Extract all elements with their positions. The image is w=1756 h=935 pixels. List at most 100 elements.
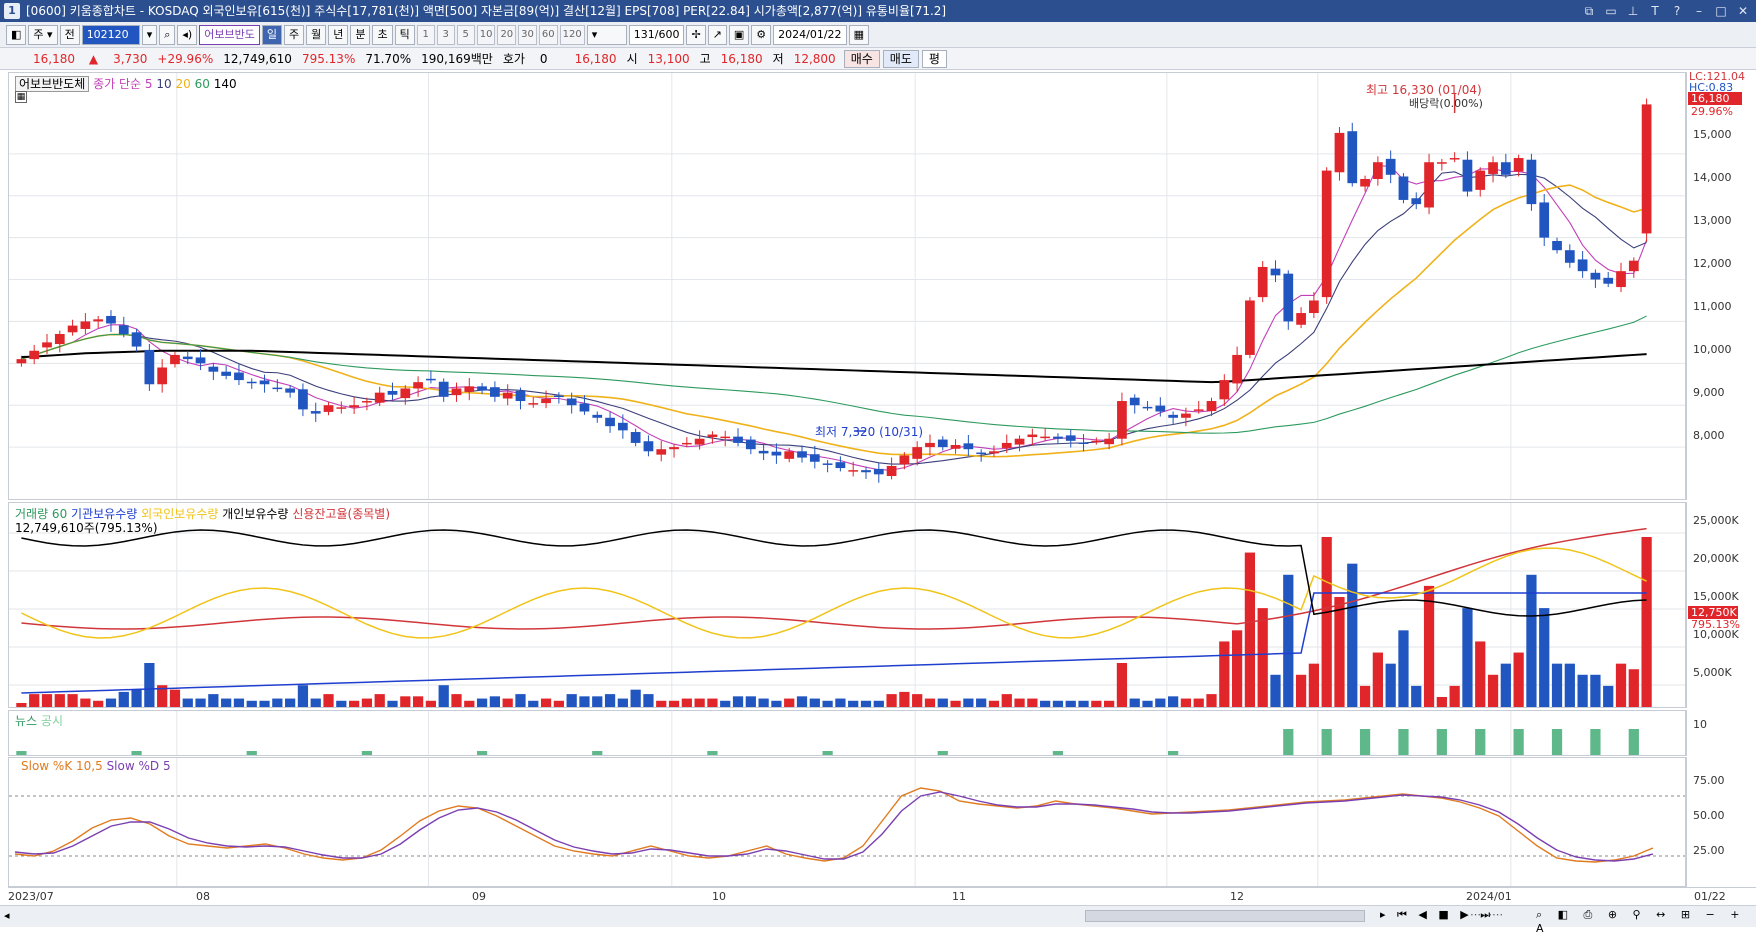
interval-custom-select[interactable]: ▾ <box>586 24 627 45</box>
eval-button[interactable]: 평 <box>921 49 947 68</box>
tab-period-week[interactable]: 주 <box>283 24 305 45</box>
period-select[interactable]: 주 ▾ <box>28 24 58 45</box>
volume-bar <box>1206 694 1217 707</box>
close-icon[interactable]: ✕ <box>1736 0 1750 22</box>
tab-period-minute[interactable]: 분 <box>350 24 371 45</box>
stoch-tick: 75.00 <box>1693 774 1725 787</box>
tab-period-second[interactable]: 초 <box>372 24 393 45</box>
volume-bar <box>1027 698 1038 707</box>
candle-body <box>1462 159 1473 192</box>
interval-120[interactable]: 120 <box>559 24 585 45</box>
tab-period-month[interactable]: 월 <box>306 24 327 45</box>
volume-bar <box>1155 698 1166 707</box>
candle-body <box>1385 158 1396 175</box>
stock-code-input[interactable]: 102120 <box>81 24 140 45</box>
volume-tick: 5,000K <box>1693 666 1732 679</box>
slow-k-label: Slow %K 10,5 <box>21 759 103 773</box>
interval-10[interactable]: 10 <box>476 24 496 45</box>
news-panel[interactable]: 뉴스 공시 <box>8 710 1686 756</box>
candle-body <box>1321 170 1332 298</box>
high-label: 고 <box>699 52 711 66</box>
stochastic-chart-canvas <box>9 758 1685 886</box>
search-icon[interactable]: ⌕ <box>159 24 176 45</box>
legend-credit: 신용잔고율(종목별) <box>292 507 390 521</box>
volume-bar <box>1462 608 1473 707</box>
volume-bar <box>425 700 437 707</box>
interval-30[interactable]: 30 <box>518 24 537 45</box>
minimize-icon[interactable]: – <box>1692 0 1706 22</box>
chart-scrollbar[interactable]: ◂ ▸ ⏮ ◀ ■ ▶ ⏭ ⋯⋯⋯ ⌕ ◧ ⎙ ⊕ ⚲ ↔ ⊞ − + A <box>0 905 1756 935</box>
prev-button[interactable]: 전 <box>59 24 80 45</box>
interval-1[interactable]: 1 <box>416 24 435 45</box>
restore-panel-icon[interactable]: ⧉ <box>1582 0 1596 22</box>
candle-body <box>822 463 833 465</box>
volume-bar <box>1641 537 1652 707</box>
chart-menu-icon[interactable]: ◧ <box>6 24 27 45</box>
volume-bar <box>835 698 846 707</box>
volume-bar <box>323 694 334 707</box>
candle-body <box>1526 159 1537 205</box>
settings-icon[interactable]: ⚙ <box>751 24 772 45</box>
candle-body <box>861 470 871 473</box>
stochastic-panel[interactable]: Slow %K 10,5 Slow %D 5 <box>8 757 1686 887</box>
tab-period-year[interactable]: 년 <box>328 24 349 45</box>
window-title: [0600] 키움종합차트 - KOSDAQ 외국인보유[615(천)] 주식수… <box>26 4 947 18</box>
volume-bar <box>16 703 27 707</box>
crosshair-icon[interactable]: ✢ <box>686 24 706 45</box>
volume-bar <box>1359 685 1371 707</box>
interval-20[interactable]: 20 <box>497 24 517 45</box>
sell-button[interactable]: 매도 <box>882 49 919 68</box>
news-bar <box>1398 729 1409 755</box>
volume-bar <box>1436 697 1447 707</box>
volume-bar <box>1091 700 1102 707</box>
sound-icon[interactable]: ◂) <box>177 24 198 45</box>
volume-bar <box>1142 700 1153 707</box>
volume-bar <box>1308 663 1320 707</box>
draw-line-icon[interactable]: ⋯⋯⋯ <box>1470 908 1503 921</box>
code-dropdown-icon[interactable]: ▾ <box>141 24 158 45</box>
volume-chart-panel[interactable]: 거래량 60 기관보유수량 외국인보유수량 개인보유수량 신용잔고율(종목별) … <box>8 502 1686 708</box>
ma-5-label: 5 <box>144 77 153 91</box>
zoom-controls[interactable]: ⌕ ◧ ⎙ ⊕ ⚲ ↔ ⊞ − + A <box>1536 908 1756 935</box>
tab-period-day[interactable]: 일 <box>261 24 282 45</box>
candle-body <box>1027 434 1038 438</box>
draw-tool-icon[interactable]: ↗ <box>707 24 727 45</box>
trade-amount: 190,169백만 <box>421 52 493 66</box>
current-price: 16,180 ▲ <box>0 52 108 66</box>
candle-body <box>1488 162 1498 174</box>
interval-3[interactable]: 3 <box>436 24 455 45</box>
candle-body <box>1309 300 1319 314</box>
candle-body <box>1449 158 1460 160</box>
price-chart-panel[interactable]: 어보브반도체 종가 단순 5 10 20 60 140 ▦ 최고 16,330 … <box>8 72 1686 500</box>
count-input[interactable]: 131/600 <box>628 24 685 45</box>
candle-body <box>1117 401 1127 439</box>
tab-period-tick[interactable]: 틱 <box>394 24 415 45</box>
save-icon[interactable]: ▣ <box>728 24 750 45</box>
volume-bar <box>988 700 1000 707</box>
volume-bar <box>720 700 731 707</box>
scroll-left-icon[interactable]: ◂ <box>4 909 10 922</box>
stock-name-field[interactable]: 어보브반도 <box>199 24 260 45</box>
volume-chart-canvas <box>9 503 1685 707</box>
interval-60[interactable]: 60 <box>538 24 558 45</box>
candle-body <box>1347 131 1358 184</box>
buy-button[interactable]: 매수 <box>843 49 880 68</box>
chart-grid-icon[interactable]: ▦ <box>15 91 27 103</box>
volume-bar <box>54 694 65 707</box>
news-bar <box>592 751 603 755</box>
candle-body <box>1206 401 1217 412</box>
interval-5[interactable]: 5 <box>456 24 475 45</box>
pin-icon[interactable]: ⊥ <box>1626 0 1640 22</box>
news-bar <box>361 751 373 755</box>
calendar-icon[interactable]: ▦ <box>848 24 869 45</box>
volume-bar <box>1321 537 1332 707</box>
volume-bar <box>1257 608 1268 707</box>
news-bar <box>1359 729 1371 755</box>
layout-icon[interactable]: ▭ <box>1604 0 1618 22</box>
candle-body <box>208 366 219 372</box>
help-icon[interactable]: ? <box>1670 0 1684 22</box>
maximize-icon[interactable]: □ <box>1714 0 1728 22</box>
date-input[interactable]: 2024/01/22 <box>773 24 847 45</box>
text-icon[interactable]: T <box>1648 0 1662 22</box>
scroll-thumb[interactable] <box>1085 910 1365 922</box>
